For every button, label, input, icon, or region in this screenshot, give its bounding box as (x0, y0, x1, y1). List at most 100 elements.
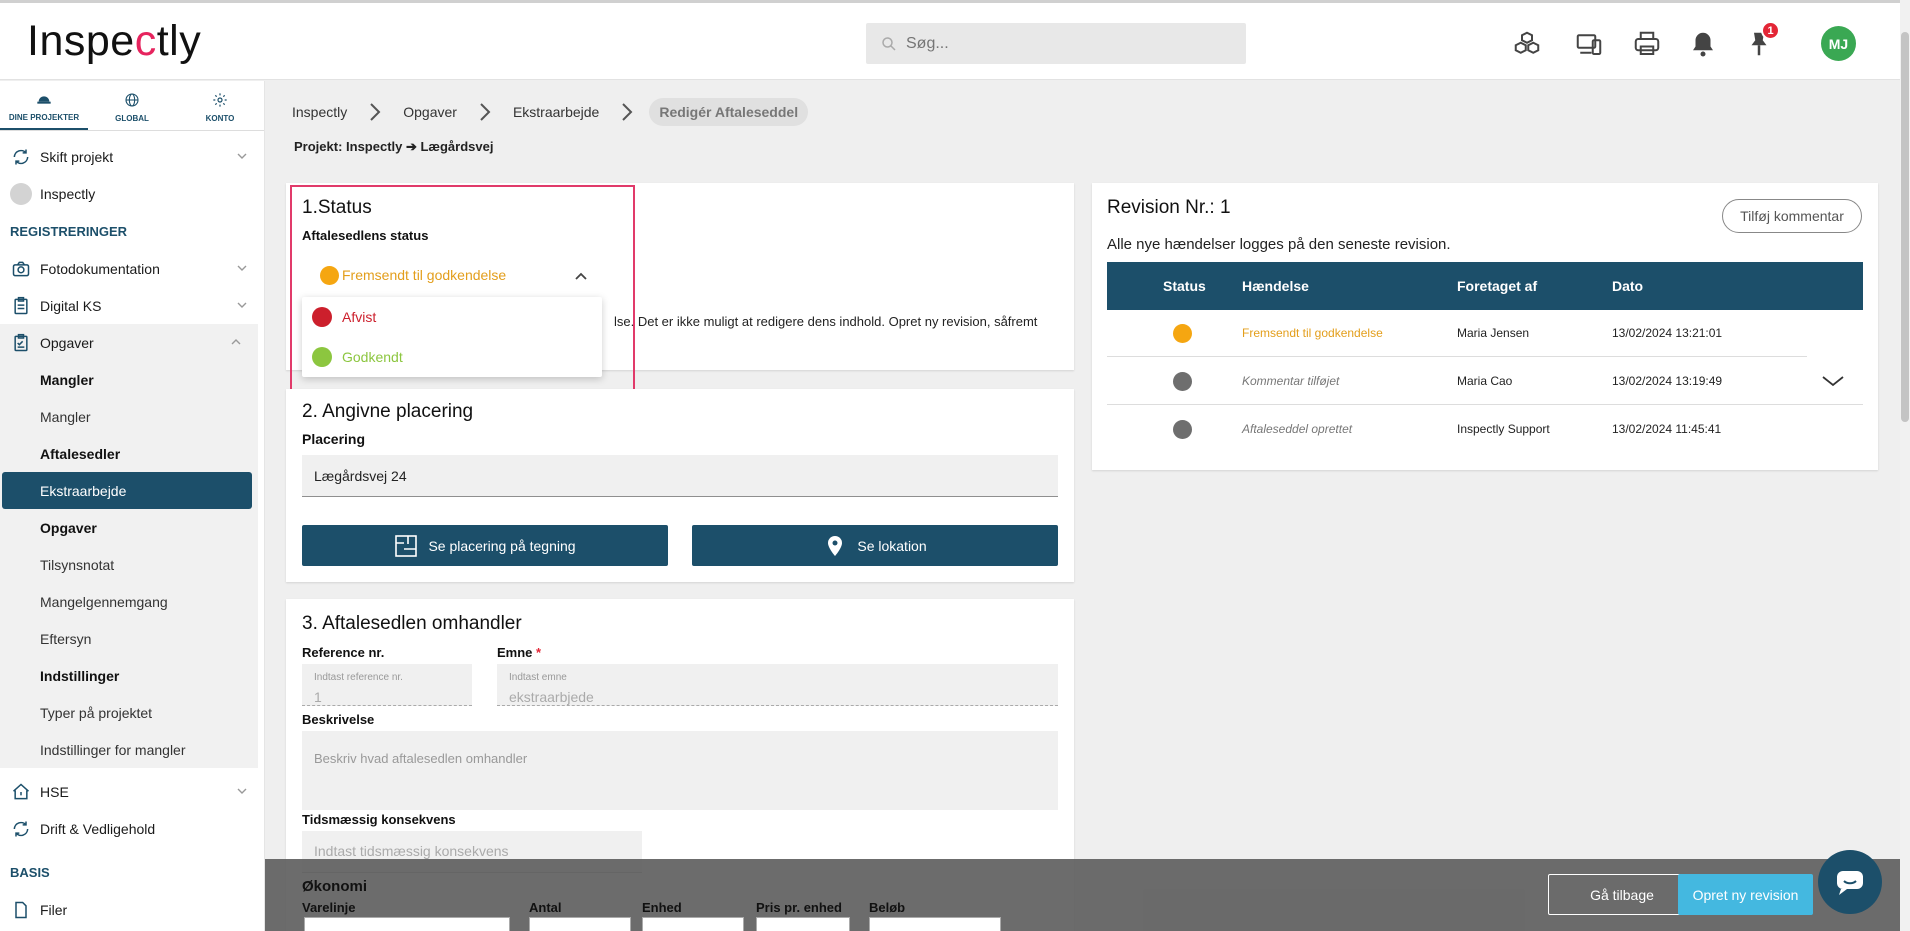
status-dot-grey (1173, 420, 1192, 439)
floorplan-icon (395, 534, 418, 557)
description-field[interactable]: Beskriv hvad aftalesedlen omhandler (302, 731, 1058, 810)
placement-card: 2. Angivne placering Placering Lægårdsve… (286, 389, 1074, 582)
search-box[interactable] (866, 23, 1246, 64)
see-location-button[interactable]: Se lokation (692, 525, 1058, 566)
economy-label: Økonomi (302, 878, 368, 895)
printer-icon[interactable] (1630, 27, 1664, 61)
chevron-down-icon (237, 788, 247, 794)
boxes-icon[interactable] (1510, 27, 1544, 61)
file-icon (10, 899, 32, 921)
subject-label: Emne * (497, 645, 542, 660)
bell-icon[interactable] (1686, 27, 1720, 61)
sidebar-item-eftersyn[interactable]: Eftersyn (0, 620, 258, 657)
sidebar-item-digital-ks[interactable]: Digital KS (0, 287, 264, 324)
placement-label: Placering (302, 431, 366, 447)
sidebar-item-ekstraarbejde[interactable]: Ekstraarbejde (2, 472, 252, 509)
chat-button[interactable] (1818, 850, 1882, 914)
sidebar-item-tilsynsnotat[interactable]: Tilsynsnotat (0, 546, 258, 583)
highlight-box (290, 185, 635, 395)
camera-icon (10, 258, 32, 280)
tab-global[interactable]: GLOBAL (88, 81, 176, 130)
reference-field[interactable]: Indtast reference nr. 1 (302, 664, 472, 706)
add-comment-button[interactable]: Tilføj kommentar (1722, 199, 1862, 233)
col-varelinje: Varelinje (302, 900, 356, 915)
sidebar: DINE PROJEKTER GLOBAL KONTO Skift projek… (0, 81, 265, 931)
economy-field[interactable] (869, 917, 1001, 931)
sidebar-group-opgaver: Opgaver (0, 509, 258, 546)
chevron-right-icon (480, 103, 491, 121)
locked-info-text: lse. Det er ikke muligt at redigere dens… (614, 314, 1038, 329)
sidebar-item-typer[interactable]: Typer på projektet (0, 694, 258, 731)
economy-field[interactable] (756, 917, 850, 931)
placement-field[interactable]: Lægårdsvej 24 (302, 455, 1058, 497)
sidebar-item-mangler[interactable]: Mangler (0, 398, 258, 435)
chevron-down-icon (237, 265, 247, 271)
pin-notification-icon[interactable]: 1 (1742, 21, 1780, 61)
revision-title: Revision Nr.: 1 (1107, 197, 1231, 218)
revision-row[interactable]: Kommentar tilføjet Maria Cao 13/02/2024 … (1107, 357, 1863, 405)
avatar[interactable]: MJ (1821, 26, 1856, 61)
col-antal: Antal (529, 900, 562, 915)
time-label: Tidsmæssig konsekvens (302, 812, 456, 827)
sidebar-group-mangler: Mangler (0, 361, 258, 398)
crumb-inspectly[interactable]: Inspectly (292, 104, 347, 120)
chat-icon (1837, 871, 1863, 895)
house-icon (10, 781, 32, 803)
checklist-icon (10, 332, 32, 354)
helmet-icon (37, 96, 51, 104)
description-label: Beskrivelse (302, 712, 375, 727)
gear-icon (213, 93, 227, 107)
devices-icon[interactable] (1572, 27, 1606, 61)
crumb-opgaver[interactable]: Opgaver (403, 104, 457, 120)
economy-field[interactable] (529, 917, 631, 931)
project-path: Projekt: Inspectly ➔ Lægårdsvej (294, 139, 494, 154)
revision-subtitle: Alle nye hændelser logges på den seneste… (1107, 236, 1451, 253)
sidebar-item-indstillinger-mangler[interactable]: Indstillinger for mangler (0, 731, 258, 768)
new-revision-button[interactable]: Opret ny revision (1678, 874, 1813, 915)
sidebar-item-opgaver[interactable]: Opgaver (0, 324, 258, 361)
about-title: 3. Aftalesedlen omhandler (302, 613, 522, 634)
breadcrumb: Inspectly Opgaver Ekstraarbejde Redigér … (292, 98, 809, 126)
subject-field[interactable]: Indtast emne ekstraarbjede (497, 664, 1058, 706)
economy-field[interactable] (304, 917, 510, 931)
col-enhed: Enhed (642, 900, 682, 915)
see-on-drawing-button[interactable]: Se placering på tegning (302, 525, 668, 566)
search-icon (882, 36, 896, 51)
tab-dine-projekter[interactable]: DINE PROJEKTER (0, 81, 88, 130)
sidebar-item-switch-project[interactable]: Skift projekt (0, 138, 264, 175)
chevron-right-icon (622, 103, 633, 121)
sidebar-item-filer[interactable]: Filer (0, 891, 264, 928)
sidebar-item-hse[interactable]: HSE (0, 773, 264, 810)
placement-title: 2. Angivne placering (302, 401, 474, 422)
app-logo[interactable]: Inspectly (27, 17, 201, 66)
crumb-ekstraarbejde[interactable]: Ekstraarbejde (513, 104, 599, 120)
sidebar-item-drift[interactable]: Drift & Vedligehold (0, 810, 264, 847)
chevron-up-icon (231, 339, 241, 345)
globe-icon (125, 93, 139, 107)
status-dot-orange (1173, 324, 1192, 343)
section-basis: BASIS (10, 864, 50, 880)
revision-row: Aftaleseddel oprettet Inspectly Support … (1107, 405, 1863, 453)
crumb-current: Redigér Aftaleseddel (649, 98, 809, 126)
back-button[interactable]: Gå tilbage (1548, 874, 1696, 915)
top-bar: Inspectly 1 MJ (0, 0, 1900, 80)
chevron-down-icon[interactable] (1821, 373, 1845, 389)
project-avatar (10, 182, 32, 205)
page-scrollbar[interactable] (1900, 0, 1910, 931)
sidebar-item-fotodokumentation[interactable]: Fotodokumentation (0, 250, 264, 287)
refresh-icon (10, 146, 32, 168)
chevron-right-icon (370, 103, 381, 121)
chevron-down-icon (237, 153, 247, 159)
economy-field[interactable] (642, 917, 744, 931)
revision-table-header: Status Hændelse Foretaget af Dato (1107, 262, 1863, 310)
sync-icon (10, 818, 32, 840)
sidebar-item-current-project[interactable]: Inspectly (0, 175, 264, 212)
clipboard-icon (10, 295, 32, 317)
sidebar-item-mangelgennemgang[interactable]: Mangelgennemgang (0, 583, 258, 620)
sidebar-group-indstillinger: Indstillinger (0, 657, 258, 694)
search-input[interactable] (906, 34, 1226, 53)
tab-konto[interactable]: KONTO (176, 81, 264, 130)
chevron-down-icon (237, 302, 247, 308)
section-registreringer: REGISTRERINGER (10, 223, 128, 239)
col-belob: Beløb (869, 900, 906, 915)
